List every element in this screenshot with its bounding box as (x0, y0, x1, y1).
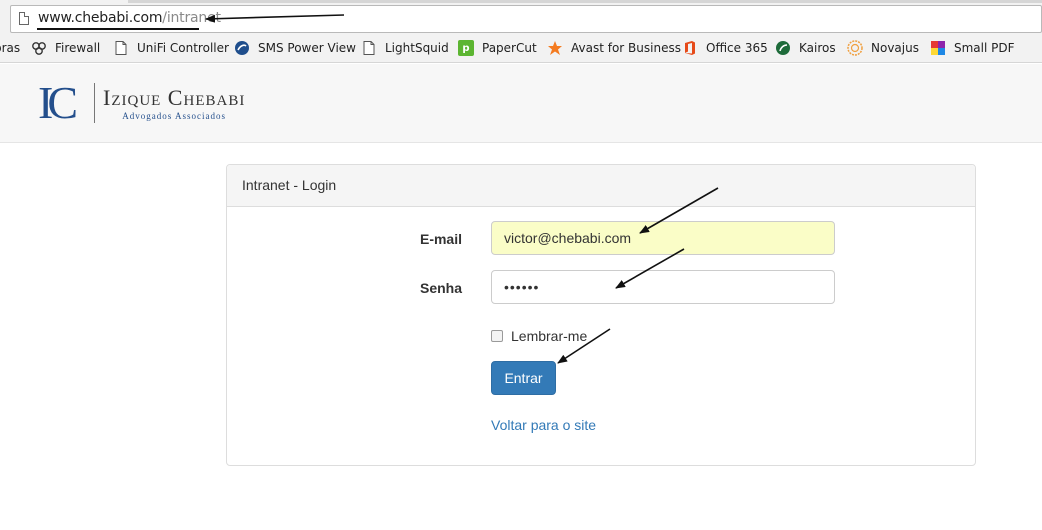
tab-strip (128, 0, 1042, 3)
bookmark-label: bras (0, 41, 21, 55)
smallpdf-icon (930, 40, 946, 56)
firewall-icon (31, 40, 47, 56)
bookmark-firewall[interactable]: Firewall (31, 36, 100, 60)
bookmark-kairos[interactable]: Kairos (775, 36, 836, 60)
remember-me[interactable]: Lembrar-me (491, 328, 587, 344)
bookmark-label: Firewall (55, 41, 101, 55)
novajus-icon (847, 40, 863, 56)
bookmark-office-365[interactable]: Office 365 (682, 36, 768, 60)
remember-checkbox[interactable] (491, 330, 503, 342)
bookmark-novajus[interactable]: Novajus (847, 36, 919, 60)
url-path: /intranet (162, 10, 221, 26)
bookmark-label: SMS Power View (258, 41, 356, 55)
bookmark-label: Office 365 (706, 41, 768, 55)
globe-icon (234, 40, 250, 56)
bookmark-label: LightSquid (385, 41, 449, 55)
logo-mark: IC (38, 77, 78, 128)
url-domain: www.chebabi.com (38, 10, 163, 26)
bookmark-avast[interactable]: Avast for Business (547, 36, 681, 60)
bookmark-label: Small PDF (954, 41, 1015, 55)
bookmark-bras[interactable]: bras (0, 36, 20, 60)
firm-logo[interactable]: IC Izique Chebabi Advogados Associados (38, 77, 246, 128)
papercut-icon: p (458, 40, 474, 56)
bookmark-label: Novajus (871, 41, 919, 55)
logo-divider (94, 83, 95, 123)
bookmark-lightsquid[interactable]: LightSquid (361, 36, 449, 60)
bookmark-unifi-controller[interactable]: UniFi Controller (113, 36, 229, 60)
kairos-icon (775, 40, 791, 56)
password-field[interactable] (491, 270, 835, 304)
panel-title: Intranet - Login (227, 165, 975, 207)
bookmark-label: Kairos (799, 41, 836, 55)
login-button[interactable]: Entrar (491, 361, 556, 395)
site-header: IC Izique Chebabi Advogados Associados (0, 64, 1042, 143)
email-label: E-mail (419, 231, 462, 247)
login-panel: Intranet - Login E-mail Senha Lembrar-me… (226, 164, 976, 466)
bookmark-label: Avast for Business (571, 41, 681, 55)
email-field[interactable] (491, 221, 835, 255)
logo-text: Izique Chebabi Advogados Associados (103, 84, 246, 121)
page-icon (361, 40, 377, 56)
bookmark-sms-power-view[interactable]: SMS Power View (234, 36, 356, 60)
bookmark-papercut[interactable]: p PaperCut (458, 36, 537, 60)
firm-name: Izique Chebabi (103, 84, 246, 110)
office-icon (682, 40, 698, 56)
browser-chrome: www.chebabi.com/intranet bras Firewall U… (0, 0, 1042, 63)
remember-label: Lembrar-me (511, 328, 588, 344)
avast-icon (547, 40, 563, 56)
back-to-site-link[interactable]: Voltar para o site (491, 417, 596, 433)
bookmark-small-pdf[interactable]: Small PDF (930, 36, 1015, 60)
bookmark-label: PaperCut (482, 41, 537, 55)
password-label: Senha (419, 280, 462, 296)
page-icon (19, 12, 29, 25)
bookmark-label: UniFi Controller (137, 41, 229, 55)
page-icon (113, 40, 129, 56)
address-bar[interactable]: www.chebabi.com/intranet (10, 5, 1042, 33)
bookmarks-bar: bras Firewall UniFi Controller SMS Power… (0, 36, 1042, 60)
firm-subtitle: Advogados Associados (122, 110, 227, 121)
url-text[interactable]: www.chebabi.com/intranet (38, 10, 221, 26)
